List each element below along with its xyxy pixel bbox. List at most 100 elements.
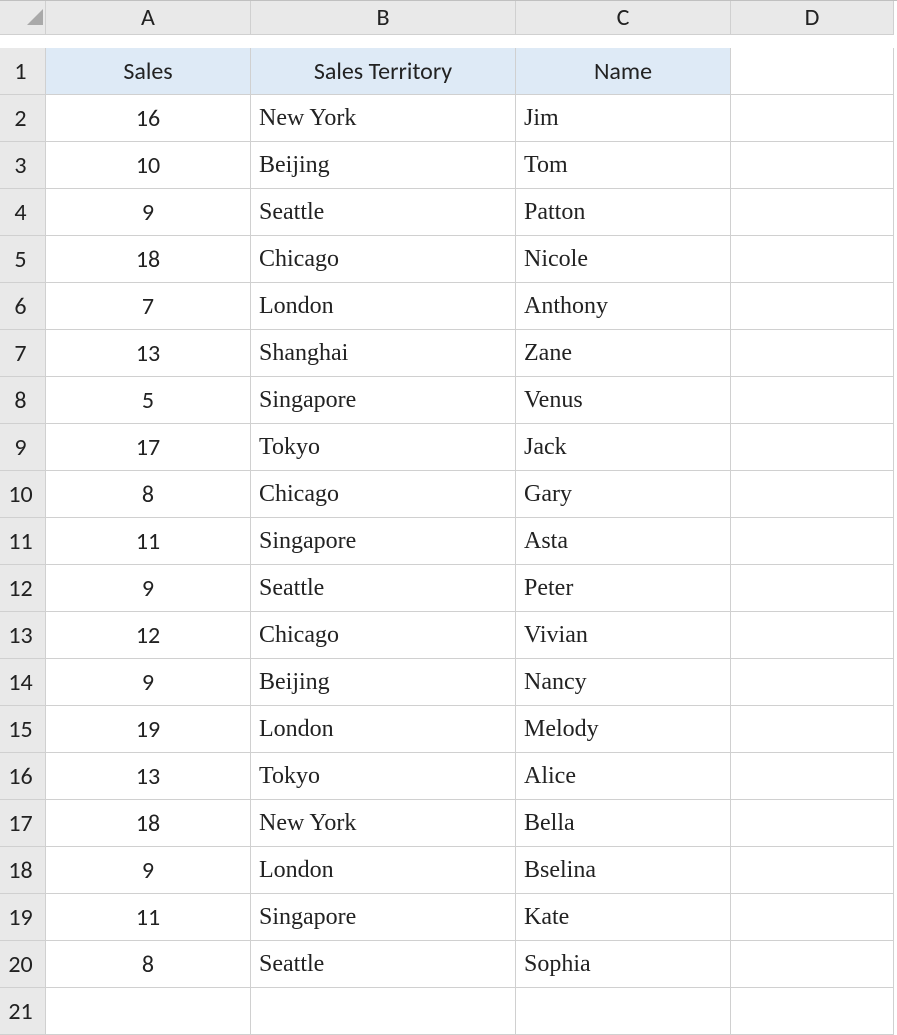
cell-C18[interactable]: Bselina (516, 847, 731, 894)
cell-D8[interactable] (731, 377, 894, 424)
cell-A8[interactable]: 5 (46, 377, 251, 424)
cell-A4[interactable]: 9 (46, 189, 251, 236)
row-header-5[interactable]: 5 (0, 236, 46, 283)
cell-D20[interactable] (731, 941, 894, 988)
cell-A7[interactable]: 13 (46, 330, 251, 377)
cell-D16[interactable] (731, 753, 894, 800)
cell-C11[interactable]: Asta (516, 518, 731, 565)
row-header-11[interactable]: 11 (0, 518, 46, 565)
row-header-9[interactable]: 9 (0, 424, 46, 471)
cell-B11[interactable]: Singapore (251, 518, 516, 565)
cell-B18[interactable]: London (251, 847, 516, 894)
row-header-3[interactable]: 3 (0, 142, 46, 189)
row-header-13[interactable]: 13 (0, 612, 46, 659)
row-header-21[interactable]: 21 (0, 988, 46, 1035)
cell-B8[interactable]: Singapore (251, 377, 516, 424)
cell-D11[interactable] (731, 518, 894, 565)
cell-A11[interactable]: 11 (46, 518, 251, 565)
cell-B1[interactable]: Sales Territory (251, 48, 516, 95)
row-header-7[interactable]: 7 (0, 330, 46, 377)
cell-A2[interactable]: 16 (46, 95, 251, 142)
cell-A5[interactable]: 18 (46, 236, 251, 283)
cell-C4[interactable]: Patton (516, 189, 731, 236)
cell-C1[interactable]: Name (516, 48, 731, 95)
column-header-D[interactable]: D (731, 1, 894, 35)
cell-D7[interactable] (731, 330, 894, 377)
cell-D18[interactable] (731, 847, 894, 894)
cell-B14[interactable]: Beijing (251, 659, 516, 706)
cell-B13[interactable]: Chicago (251, 612, 516, 659)
row-header-20[interactable]: 20 (0, 941, 46, 988)
cell-C6[interactable]: Anthony (516, 283, 731, 330)
cell-D14[interactable] (731, 659, 894, 706)
row-header-10[interactable]: 10 (0, 471, 46, 518)
cell-C7[interactable]: Zane (516, 330, 731, 377)
cell-B12[interactable]: Seattle (251, 565, 516, 612)
cell-D15[interactable] (731, 706, 894, 753)
cell-A15[interactable]: 19 (46, 706, 251, 753)
cell-B4[interactable]: Seattle (251, 189, 516, 236)
cell-B21[interactable] (251, 988, 516, 1035)
cell-B20[interactable]: Seattle (251, 941, 516, 988)
column-header-B[interactable]: B (251, 1, 516, 35)
cell-B19[interactable]: Singapore (251, 894, 516, 941)
cell-C3[interactable]: Tom (516, 142, 731, 189)
select-all-corner[interactable] (0, 1, 46, 35)
cell-A12[interactable]: 9 (46, 565, 251, 612)
cell-A9[interactable]: 17 (46, 424, 251, 471)
row-header-8[interactable]: 8 (0, 377, 46, 424)
cell-D19[interactable] (731, 894, 894, 941)
cell-D2[interactable] (731, 95, 894, 142)
cell-C17[interactable]: Bella (516, 800, 731, 847)
row-header-18[interactable]: 18 (0, 847, 46, 894)
cell-A14[interactable]: 9 (46, 659, 251, 706)
column-header-C[interactable]: C (516, 1, 731, 35)
cell-D4[interactable] (731, 189, 894, 236)
row-header-15[interactable]: 15 (0, 706, 46, 753)
row-header-19[interactable]: 19 (0, 894, 46, 941)
cell-A21[interactable] (46, 988, 251, 1035)
cell-B17[interactable]: New York (251, 800, 516, 847)
row-header-17[interactable]: 17 (0, 800, 46, 847)
column-header-A[interactable]: A (46, 1, 251, 35)
cell-C16[interactable]: Alice (516, 753, 731, 800)
cell-C21[interactable] (516, 988, 731, 1035)
cell-D10[interactable] (731, 471, 894, 518)
row-header-14[interactable]: 14 (0, 659, 46, 706)
row-header-16[interactable]: 16 (0, 753, 46, 800)
cell-D17[interactable] (731, 800, 894, 847)
cell-B5[interactable]: Chicago (251, 236, 516, 283)
row-header-6[interactable]: 6 (0, 283, 46, 330)
cell-D5[interactable] (731, 236, 894, 283)
cell-B6[interactable]: London (251, 283, 516, 330)
cell-A13[interactable]: 12 (46, 612, 251, 659)
cell-A19[interactable]: 11 (46, 894, 251, 941)
cell-D3[interactable] (731, 142, 894, 189)
cell-C20[interactable]: Sophia (516, 941, 731, 988)
cell-C9[interactable]: Jack (516, 424, 731, 471)
cell-C14[interactable]: Nancy (516, 659, 731, 706)
cell-B15[interactable]: London (251, 706, 516, 753)
cell-D9[interactable] (731, 424, 894, 471)
cell-C15[interactable]: Melody (516, 706, 731, 753)
cell-A3[interactable]: 10 (46, 142, 251, 189)
cell-B3[interactable]: Beijing (251, 142, 516, 189)
cell-A17[interactable]: 18 (46, 800, 251, 847)
row-header-1[interactable]: 1 (0, 48, 46, 95)
cell-C5[interactable]: Nicole (516, 236, 731, 283)
cell-D12[interactable] (731, 565, 894, 612)
cell-C12[interactable]: Peter (516, 565, 731, 612)
cell-A18[interactable]: 9 (46, 847, 251, 894)
cell-C8[interactable]: Venus (516, 377, 731, 424)
row-header-2[interactable]: 2 (0, 95, 46, 142)
cell-C13[interactable]: Vivian (516, 612, 731, 659)
row-header-12[interactable]: 12 (0, 565, 46, 612)
spreadsheet-grid[interactable]: A B C D 1 Sales Sales Territory Name 2 1… (0, 0, 897, 1035)
cell-D13[interactable] (731, 612, 894, 659)
cell-B16[interactable]: Tokyo (251, 753, 516, 800)
cell-B9[interactable]: Tokyo (251, 424, 516, 471)
cell-D21[interactable] (731, 988, 894, 1035)
cell-A10[interactable]: 8 (46, 471, 251, 518)
cell-B10[interactable]: Chicago (251, 471, 516, 518)
cell-A16[interactable]: 13 (46, 753, 251, 800)
